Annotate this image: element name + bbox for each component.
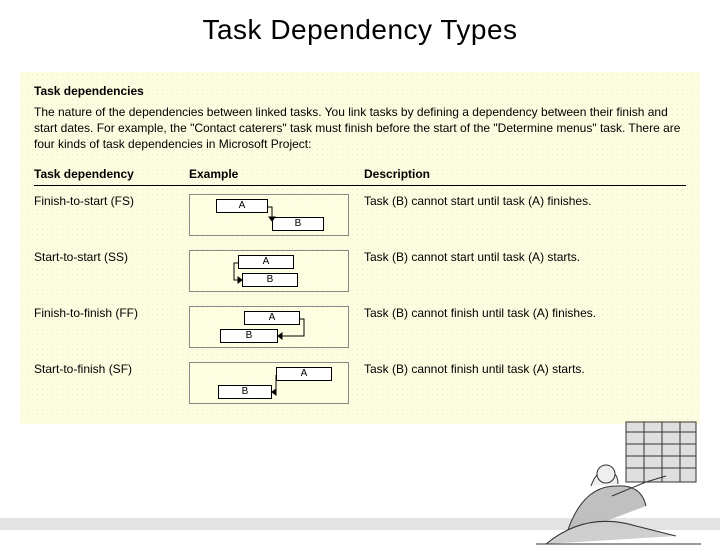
gantt-diagram-ff: A B xyxy=(189,306,349,348)
section-heading: Task dependencies xyxy=(34,84,686,98)
table-row: Finish-to-finish (FF) A B Task (B) canno… xyxy=(34,298,686,354)
col-header-description: Description xyxy=(364,163,686,186)
col-header-example: Example xyxy=(189,163,364,186)
link-arrow-icon xyxy=(190,363,350,405)
dep-example: A B xyxy=(189,354,364,410)
link-arrow-icon xyxy=(190,251,350,293)
decorative-illustration xyxy=(526,416,706,546)
page-title: Task Dependency Types xyxy=(0,14,720,46)
gantt-diagram-ss: A B xyxy=(189,250,349,292)
col-header-dependency: Task dependency xyxy=(34,163,189,186)
dep-name: Start-to-start (SS) xyxy=(34,242,189,298)
dep-description: Task (B) cannot start until task (A) fin… xyxy=(364,185,686,242)
table-row: Start-to-finish (SF) A B Task (B) cannot… xyxy=(34,354,686,410)
dep-name: Finish-to-finish (FF) xyxy=(34,298,189,354)
table-row: Finish-to-start (FS) A B Task (B) cannot… xyxy=(34,185,686,242)
gantt-diagram-sf: A B xyxy=(189,362,349,404)
link-arrow-icon xyxy=(190,195,350,237)
dep-description: Task (B) cannot finish until task (A) fi… xyxy=(364,298,686,354)
dep-example: A B xyxy=(189,242,364,298)
dep-description: Task (B) cannot start until task (A) sta… xyxy=(364,242,686,298)
gantt-diagram-fs: A B xyxy=(189,194,349,236)
dep-example: A B xyxy=(189,185,364,242)
table-row: Start-to-start (SS) A B Task (B) cannot … xyxy=(34,242,686,298)
dep-example: A B xyxy=(189,298,364,354)
dep-name: Start-to-finish (SF) xyxy=(34,354,189,410)
dep-name: Finish-to-start (FS) xyxy=(34,185,189,242)
intro-text: The nature of the dependencies between l… xyxy=(34,104,686,153)
dep-description: Task (B) cannot finish until task (A) st… xyxy=(364,354,686,410)
content-panel: Task dependencies The nature of the depe… xyxy=(20,72,700,424)
dependency-table: Task dependency Example Description Fini… xyxy=(34,163,686,410)
link-arrow-icon xyxy=(190,307,350,349)
